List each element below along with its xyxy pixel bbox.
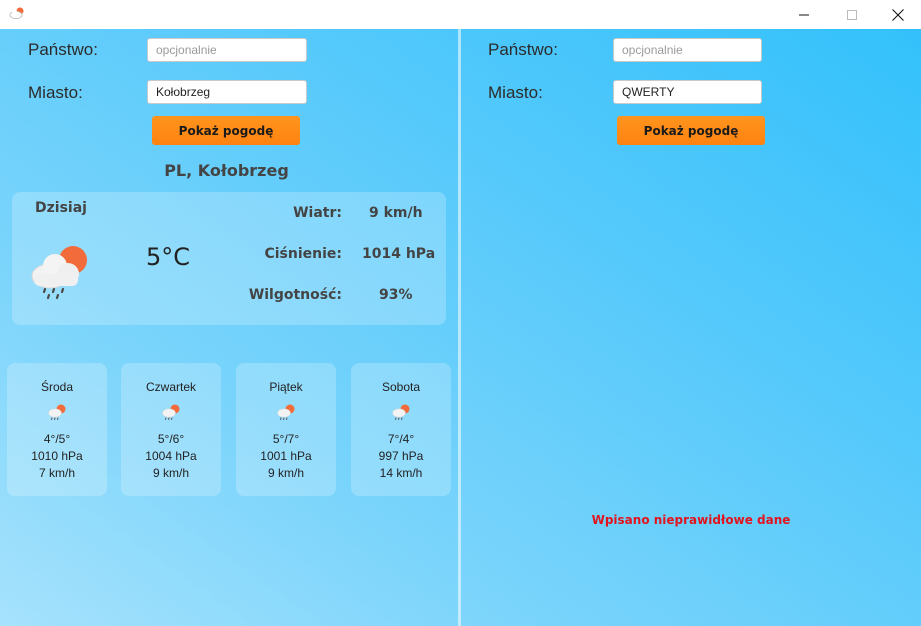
forecast-temperature: 5°/7° (272, 432, 300, 446)
humidity-value: 93% (379, 287, 413, 303)
forecast-wind: 14 km/h (379, 466, 423, 480)
today-label: Dzisiaj (35, 200, 87, 216)
city-label: Miasto: (488, 83, 543, 102)
show-weather-button[interactable]: Pokaż pogodę (152, 116, 300, 145)
forecast-wind: 9 km/h (152, 466, 189, 480)
city-input[interactable] (613, 80, 762, 104)
app-content: Państwo: Miasto: Pokaż pogodę PL, Kołobr… (0, 29, 921, 626)
forecast-day-card: Czwartek 5°/6° 1004 hPa 9 km/h (121, 363, 221, 496)
cloud-rain-sun-icon (48, 404, 66, 420)
right-weather-panel: Państwo: Miasto: Pokaż pogodę Wpisano ni… (461, 29, 921, 626)
country-label: Państwo: (28, 40, 98, 59)
forecast-day-card: Piątek 5°/7° 1001 hPa 9 km/h (236, 363, 336, 496)
forecast-day-name: Środa (40, 380, 74, 394)
error-message: Wpisano nieprawidłowe dane (591, 513, 791, 527)
pressure-value: 1014 hPa (362, 246, 436, 262)
forecast-day-card: Środa 4°/5° 1010 hPa 7 km/h (7, 363, 107, 496)
wind-value: 9 km/h (369, 205, 423, 221)
forecast-wind: 7 km/h (38, 466, 75, 480)
forecast-pressure: 1010 hPa (31, 449, 83, 463)
cloud-rain-sun-icon (392, 404, 410, 420)
close-button[interactable] (875, 0, 921, 29)
forecast-pressure: 1004 hPa (145, 449, 197, 463)
humidity-label: Wilgotność: (248, 287, 342, 303)
maximize-button[interactable] (829, 0, 875, 29)
cloud-rain-sun-icon (31, 246, 87, 300)
minimize-button[interactable] (781, 0, 827, 29)
forecast-day-name: Czwartek (145, 380, 196, 394)
forecast-pressure: 1001 hPa (260, 449, 312, 463)
city-label: Miasto: (28, 83, 83, 102)
cloud-rain-sun-icon (277, 404, 295, 420)
country-input[interactable] (147, 38, 307, 62)
country-label: Państwo: (488, 40, 558, 59)
cloud-rain-sun-icon (162, 404, 180, 420)
app-weather-icon (9, 7, 24, 19)
forecast-temperature: 5°/6° (157, 432, 185, 446)
today-card: Dzisiaj 5°C Wiatr: 9 km/h Ciśnienie: 101… (12, 192, 446, 325)
minimize-icon (799, 14, 809, 15)
location-title: PL, Kołobrzeg (164, 161, 289, 180)
forecast-temperature: 7°/4° (387, 432, 415, 446)
show-weather-button[interactable]: Pokaż pogodę (617, 116, 765, 145)
close-icon (892, 8, 904, 21)
pressure-label: Ciśnienie: (264, 246, 342, 262)
forecast-wind: 9 km/h (267, 466, 304, 480)
city-input[interactable] (147, 80, 307, 104)
wind-label: Wiatr: (293, 205, 342, 221)
forecast-pressure: 997 hPa (378, 449, 424, 463)
maximize-icon (847, 9, 857, 20)
forecast-day-name: Sobota (381, 380, 421, 394)
country-input[interactable] (613, 38, 762, 62)
title-bar (0, 0, 921, 29)
forecast-temperature: 4°/5° (43, 432, 71, 446)
forecast-day-name: Piątek (269, 380, 303, 394)
left-weather-panel: Państwo: Miasto: Pokaż pogodę PL, Kołobr… (0, 29, 458, 626)
forecast-day-card: Sobota 7°/4° 997 hPa 14 km/h (351, 363, 451, 496)
